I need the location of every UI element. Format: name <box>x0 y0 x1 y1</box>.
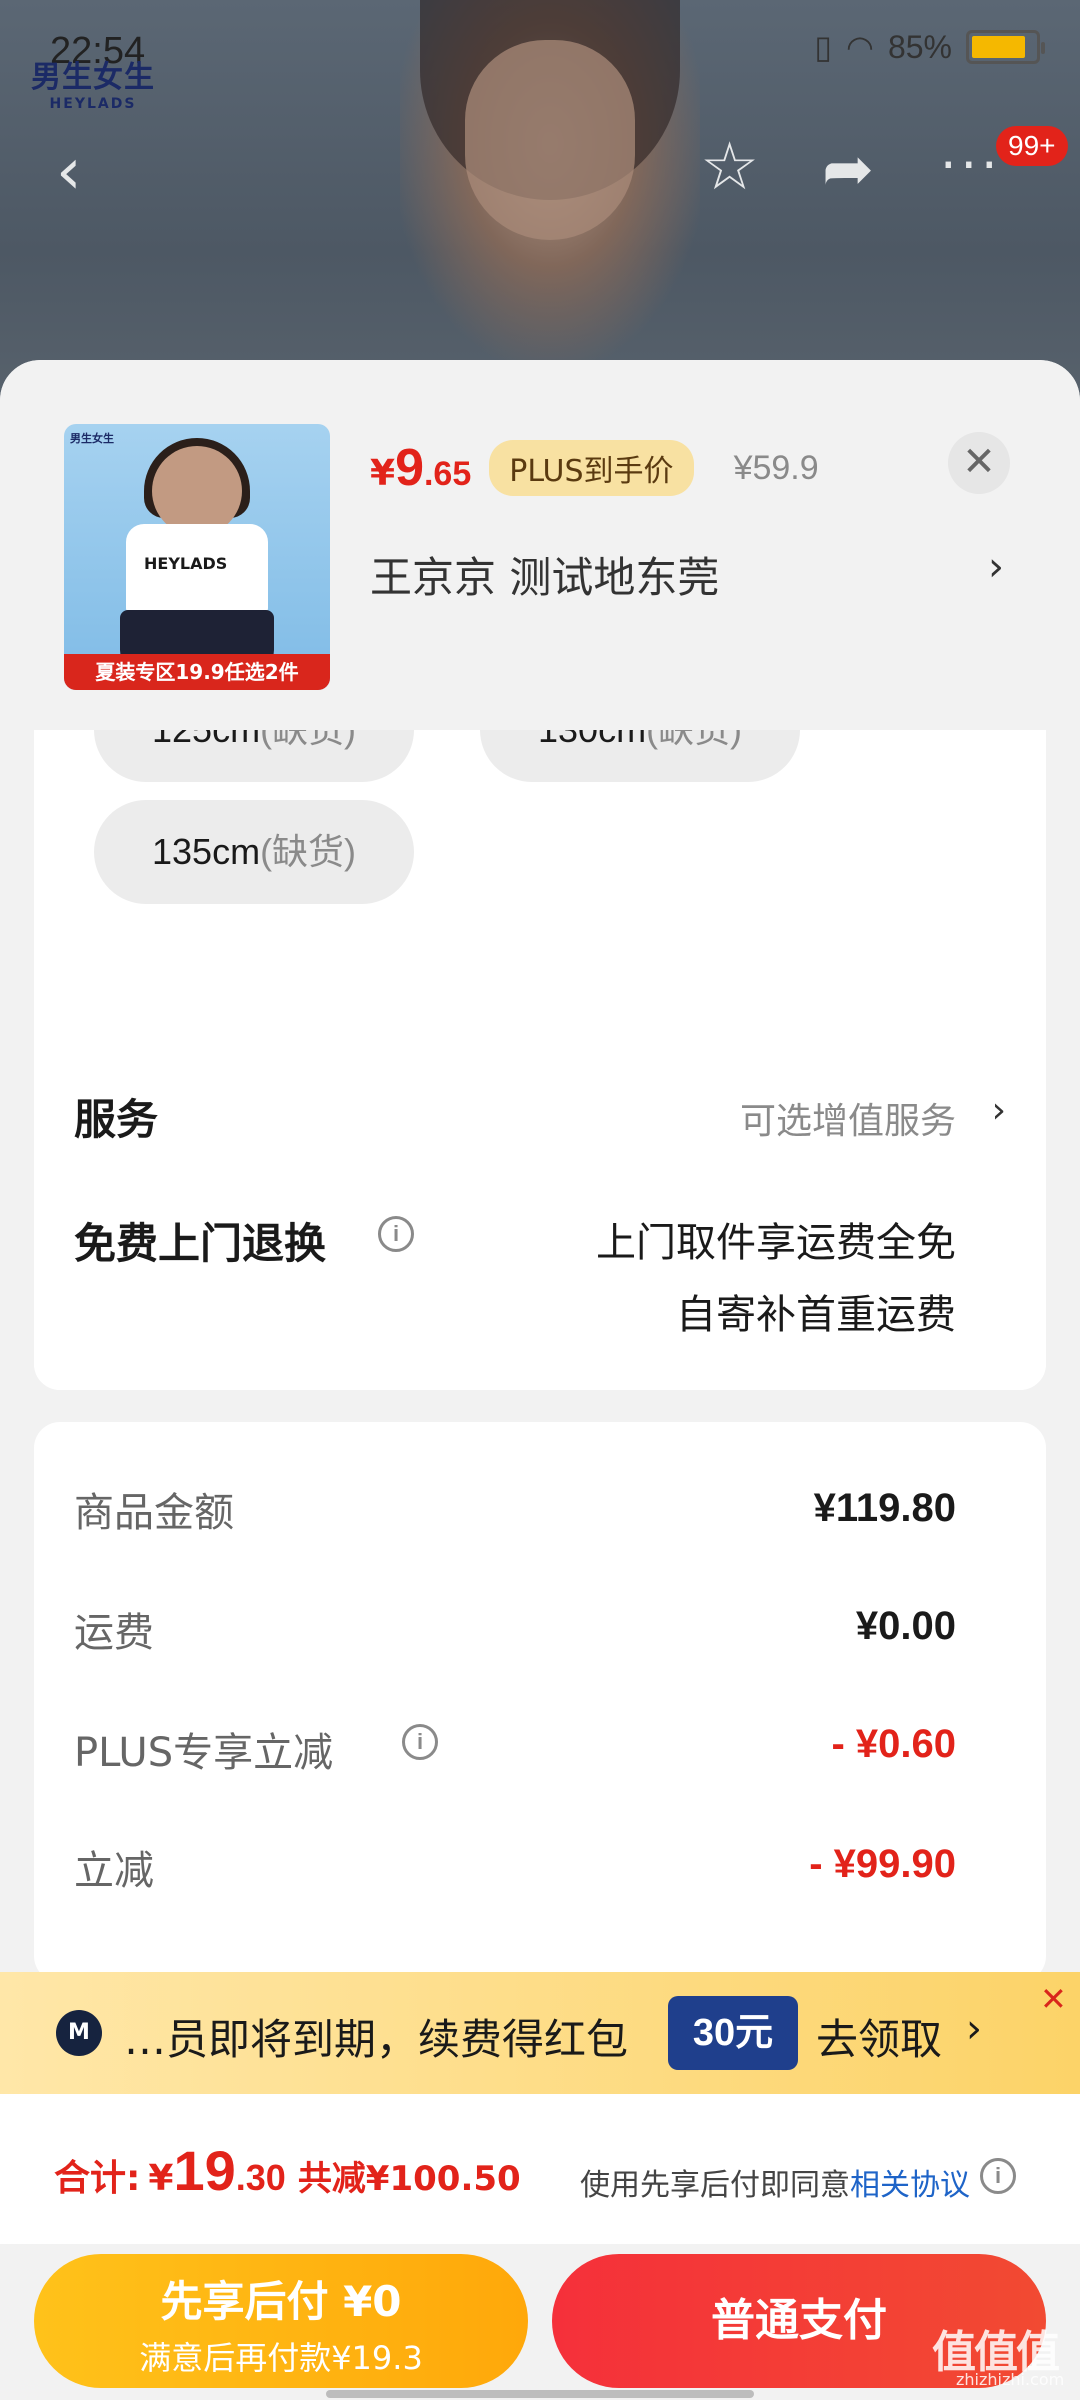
plus-discount-label: PLUS专享立减 <box>74 1730 334 1776</box>
discount-label: 立减 <box>74 1848 154 1894</box>
delivery-address[interactable]: 王京京 测试地东莞 <box>370 544 719 605</box>
brand-name-cn: 男生女生 <box>31 60 155 95</box>
share-icon[interactable]: ➦ <box>822 138 874 200</box>
discount-value: - ¥99.90 <box>809 1842 956 1886</box>
pay-later-sublabel: 满意后再付款¥19.3 <box>139 2339 423 2377</box>
message-badge: 99+ <box>996 126 1068 166</box>
info-icon[interactable]: i <box>378 1216 414 1252</box>
product-thumbnail[interactable]: 男生女生 HEYLADS 夏装专区19.9任选2件 <box>64 424 330 690</box>
services-section: 服务 可选增值服务 › 免费上门退换 i 上门取件享运费全免 自寄补首重运费 <box>34 1030 1046 1390</box>
close-icon: ✕ <box>962 439 996 485</box>
total-label: 合计: <box>54 2158 141 2199</box>
service-value[interactable]: 可选增值服务 <box>740 1092 956 1144</box>
size-chip-status: (缺货) <box>260 831 357 872</box>
close-button[interactable]: ✕ <box>948 432 1010 494</box>
plus-discount-value: - ¥0.60 <box>831 1722 956 1766</box>
agreement-link[interactable]: 相关协议 <box>850 2168 970 2203</box>
size-chip-size: 135cm <box>152 831 261 872</box>
size-chip-status: (缺货) <box>260 730 356 750</box>
size-chip-size: 125cm <box>152 730 260 750</box>
free-return-label: 免费上门退换 <box>74 1219 327 1268</box>
total-integer: 19 <box>173 2139 236 2202</box>
watermark-sub: zhizhizhi.com <box>956 2370 1065 2389</box>
status-bar: 22:54 ▯ ◠ 85% <box>0 0 1080 100</box>
agreement-text: 使用先享后付即同意相关协议 <box>580 2160 970 2204</box>
favorite-star-icon[interactable]: ☆ <box>700 134 759 200</box>
battery-icon <box>966 30 1045 64</box>
chevron-right-icon[interactable]: › <box>988 544 1004 590</box>
service-label: 服务 <box>74 1095 159 1144</box>
pay-later-button[interactable]: 先享后付 ¥0 满意后再付款¥19.3 <box>34 2254 528 2388</box>
chevron-right-icon[interactable]: › <box>966 2006 982 2052</box>
original-price: ¥59.9 <box>733 448 819 487</box>
thumbnail-shirt-text: HEYLADS <box>144 554 228 573</box>
battery-percent: 85% <box>887 28 952 65</box>
price-currency: ¥ <box>370 453 396 494</box>
brand-logo: 男生女生 HEYLADS <box>28 52 158 112</box>
total-amount: 合计: ¥ 19 .30 共减¥100.50 <box>54 2138 521 2203</box>
plus-price-tag: PLUS到手价 <box>489 440 694 496</box>
size-chip-size: 130cm <box>538 730 646 750</box>
thumbnail-promo-banner: 夏装专区19.9任选2件 <box>64 654 330 690</box>
size-chip-status: (缺货) <box>646 730 742 750</box>
close-icon[interactable]: ✕ <box>1040 1980 1067 2018</box>
chevron-right-icon[interactable]: › <box>992 1090 1006 1131</box>
info-icon[interactable]: i <box>980 2158 1016 2194</box>
size-chip[interactable]: 130cm(缺货) <box>480 730 801 782</box>
membership-icon: M <box>56 2010 102 2056</box>
shipping-value: ¥0.00 <box>855 1604 956 1648</box>
total-currency: ¥ <box>148 2158 174 2199</box>
pay-later-label: 先享后付 ¥0 <box>160 2277 402 2326</box>
more-icon[interactable]: ··· <box>940 140 1002 192</box>
wifi-icon: ◠ <box>846 29 874 65</box>
renew-claim-link[interactable]: 去领取 <box>816 2006 942 2067</box>
sheet-header: 男生女生 HEYLADS 夏装专区19.9任选2件 ¥ 9 .65 PLUS到手… <box>0 360 1080 730</box>
goods-amount-value: ¥119.80 <box>813 1486 956 1530</box>
thumbnail-face <box>152 446 242 536</box>
free-return-line1: 上门取件享运费全免 <box>596 1220 956 1266</box>
free-return-line2: 自寄补首重运费 <box>676 1292 956 1338</box>
size-chip[interactable]: 125cm(缺货) <box>94 730 415 782</box>
renew-text: …员即将到期，续费得红包 <box>124 2015 629 2064</box>
price-line: ¥ 9 .65 PLUS到手价 ¥59.9 <box>370 438 819 498</box>
thumbnail-logo: 男生女生 <box>70 432 114 445</box>
goods-amount-label: 商品金额 <box>74 1490 234 1536</box>
total-bar: 合计: ¥ 19 .30 共减¥100.50 使用先享后付即同意相关协议 i <box>0 2094 1080 2244</box>
total-saved: 共减¥100.50 <box>297 2159 521 2199</box>
home-indicator[interactable] <box>326 2390 754 2398</box>
red-packet-amount: 30元 <box>668 1996 798 2070</box>
total-decimal: .30 <box>235 2157 286 2198</box>
membership-renew-banner[interactable]: M …员即将到期，续费得红包 30元 去领取 › ✕ <box>0 1972 1080 2094</box>
price-decimal: .65 <box>423 455 472 493</box>
shipping-label: 运费 <box>74 1610 154 1656</box>
brand-name-en: HEYLADS <box>49 96 137 112</box>
sim-icon: ▯ <box>814 29 833 65</box>
agreement-prefix: 使用先享后付即同意 <box>580 2168 850 2203</box>
info-icon[interactable]: i <box>402 1724 438 1760</box>
price-integer: 9 <box>395 439 424 497</box>
size-chip-135[interactable]: 135cm(缺货) <box>94 800 415 904</box>
status-indicators: ▯ ◠ 85% <box>814 28 1045 66</box>
back-icon[interactable]: ‹ <box>56 140 82 204</box>
price-summary-card: 商品金额 ¥119.80 运费 ¥0.00 PLUS专享立减 i - ¥0.60… <box>34 1422 1046 1982</box>
